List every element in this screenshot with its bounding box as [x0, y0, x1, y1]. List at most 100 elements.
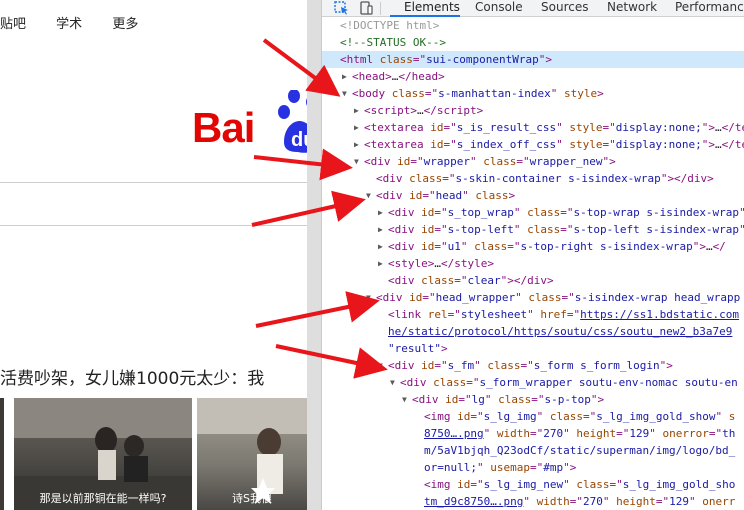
dom-node-markup: <textarea id="s_is_result_css" style="di…	[364, 121, 744, 134]
expanded-triangle-icon[interactable]: ▼	[366, 187, 371, 204]
logo-wordmark: Bai	[192, 104, 255, 151]
collapsed-triangle-icon[interactable]: ▶	[354, 119, 359, 136]
dom-node-row[interactable]: <!DOCTYPE html>	[322, 17, 744, 34]
dom-node-markup: <script>…</script>	[364, 104, 484, 117]
top-nav: 贴吧 学术 更多	[0, 13, 164, 32]
collapsed-triangle-icon[interactable]: ▶	[378, 255, 383, 272]
dom-node-row[interactable]: ▶ <div id="s_top_wrap" class="s-top-wrap …	[322, 204, 744, 221]
device-toolbar-icon[interactable]	[358, 1, 374, 15]
dom-node-row[interactable]: ▼ <div id="head" class>	[322, 187, 744, 204]
dom-node-markup: "result">	[388, 342, 448, 355]
dom-node-markup: <div id="s_fm" class="s_form s_form_logi…	[388, 359, 673, 372]
dom-node-markup: <style>…</style>	[388, 257, 494, 270]
dom-node-row[interactable]: ▼ <div id="s_fm" class="s_form s_form_log…	[322, 357, 744, 374]
collapsed-triangle-icon[interactable]: ▶	[342, 68, 347, 85]
dom-node-markup: <div id="wrapper" class="wrapper_new">	[364, 155, 616, 168]
expanded-triangle-icon[interactable]: ▼	[366, 289, 371, 306]
dom-node-row[interactable]: "result">	[322, 340, 744, 357]
dom-node-markup: <div class="s-skin-container s-isindex-w…	[376, 172, 714, 185]
dom-node-markup: <div class="clear"></div>	[388, 274, 554, 287]
dom-node-row[interactable]: tm_d9c8750….png" width="270" height="129…	[322, 493, 744, 510]
dom-node-markup: <div id="lg" class="s-p-top">	[412, 393, 605, 406]
baidu-logo[interactable]: Bai du	[192, 90, 307, 160]
content-divider	[0, 225, 307, 226]
dom-node-markup: <!--STATUS OK-->	[340, 36, 446, 49]
browser-page: 贴吧 学术 更多 Bai du 活费吵架，女儿嫌1000元太少：我 那是以前那铜…	[0, 0, 307, 510]
expanded-triangle-icon[interactable]: ▼	[354, 153, 359, 170]
tab-console[interactable]: Console	[475, 0, 523, 17]
thumbnail-caption: 那是以前那铜在能一样吗?	[39, 492, 167, 505]
collapsed-triangle-icon[interactable]: ▶	[354, 102, 359, 119]
devtools-toolbar: Elements Console Sources Network Perform…	[322, 0, 744, 17]
inspect-element-icon[interactable]	[334, 1, 350, 15]
dom-node-markup: or=null;" usemap="#mp">	[424, 461, 577, 474]
dom-node-row[interactable]: ▶ <textarea id="s_index_off_css" style="d…	[322, 136, 744, 153]
dom-node-row[interactable]: ▶ <div id="u1" class="s-top-right s-isind…	[322, 238, 744, 255]
tab-network[interactable]: Network	[607, 0, 657, 17]
nav-xueshu-link[interactable]: 学术	[56, 13, 82, 32]
dom-node-row[interactable]: he/static/protocol/https/soutu/css/soutu…	[322, 323, 744, 340]
collapsed-triangle-icon[interactable]: ▶	[378, 238, 383, 255]
panel-splitter[interactable]	[307, 0, 322, 510]
dom-node-markup: <img id="s_lg_img_new" class="s_lg_img_g…	[424, 478, 736, 491]
dom-node-row[interactable]: ▼ <div id="lg" class="s-p-top">	[322, 391, 744, 408]
dom-node-row[interactable]: ▼ <body class="s-manhattan-index" style>	[322, 85, 744, 102]
dom-node-row[interactable]: <div class="clear"></div>	[322, 272, 744, 289]
expanded-triangle-icon[interactable]: ▼	[342, 85, 347, 102]
expanded-triangle-icon[interactable]: ▼	[402, 391, 407, 408]
dom-node-row[interactable]: <!--STATUS OK-->	[322, 34, 744, 51]
news-thumbnail[interactable]	[0, 398, 4, 510]
dom-node-markup: <div id="u1" class="s-top-right s-isinde…	[388, 240, 726, 253]
baidu-paw-icon: du	[278, 90, 307, 153]
search-divider	[0, 182, 307, 183]
dom-node-markup: he/static/protocol/https/soutu/css/soutu…	[388, 325, 733, 338]
collapsed-triangle-icon[interactable]: ▶	[378, 221, 383, 238]
collapsed-triangle-icon[interactable]: ▶	[354, 136, 359, 153]
dom-node-row[interactable]: <link rel="stylesheet" href="https://ss1…	[322, 306, 744, 323]
dom-node-markup: <img id="s_lg_img" class="s_lg_img_gold_…	[424, 410, 736, 423]
dom-node-row[interactable]: ▼ <div id="head_wrapper" class="s-isindex…	[322, 289, 744, 306]
nav-tieba-link[interactable]: 贴吧	[0, 13, 26, 32]
tab-elements[interactable]: Elements	[390, 0, 460, 17]
dom-node-row[interactable]: ▼ <div class="s_form_wrapper soutu-env-no…	[322, 374, 744, 391]
news-thumbnail[interactable]: 那是以前那铜在能一样吗?	[14, 398, 192, 510]
dom-node-row[interactable]: <div class="s-skin-container s-isindex-w…	[322, 170, 744, 187]
dom-node-markup: m/5aV1bjqh_Q23odCf/static/superman/img/l…	[424, 444, 736, 457]
dom-node-markup: <link rel="stylesheet" href="https://ss1…	[388, 308, 740, 321]
tab-performance[interactable]: Performance	[675, 0, 744, 17]
dom-node-row[interactable]: <html class="sui-componentWrap">	[322, 51, 744, 68]
dom-node-markup: <body class="s-manhattan-index" style>	[352, 87, 604, 100]
thumbnail-caption: 诗S我很	[232, 492, 272, 505]
dom-node-markup: <html class="sui-componentWrap">	[340, 53, 552, 66]
dom-node-row[interactable]: ▶ <style>…</style>	[322, 255, 744, 272]
toolbar-separator	[380, 2, 381, 15]
dom-node-row[interactable]: or=null;" usemap="#mp">	[322, 459, 744, 476]
dom-node-row[interactable]: ▶ <head>…</head>	[322, 68, 744, 85]
devtools-panel: Elements Console Sources Network Perform…	[322, 0, 744, 510]
dom-node-row[interactable]: m/5aV1bjqh_Q23odCf/static/superman/img/l…	[322, 442, 744, 459]
svg-text:du: du	[291, 129, 307, 151]
tab-sources[interactable]: Sources	[541, 0, 588, 17]
dom-node-row[interactable]: ▼ <div id="wrapper" class="wrapper_new">	[322, 153, 744, 170]
expanded-triangle-icon[interactable]: ▼	[378, 357, 383, 374]
news-thumbnail[interactable]: 诗S我很	[197, 398, 307, 510]
expanded-triangle-icon[interactable]: ▼	[390, 374, 395, 391]
dom-node-markup: <!DOCTYPE html>	[340, 19, 440, 32]
dom-node-markup: <div id="head" class>	[376, 189, 516, 202]
dom-node-markup: 8750….png" width="270" height="129" oner…	[424, 427, 736, 440]
dom-node-markup: <div id="s_top_wrap" class="s-top-wrap s…	[388, 206, 744, 219]
dom-node-markup: <head>…</head>	[352, 70, 445, 83]
dom-node-markup: <textarea id="s_index_off_css" style="di…	[364, 138, 744, 151]
dom-node-markup: <div id="s-top-left" class="s-top-left s…	[388, 223, 744, 236]
dom-node-row[interactable]: ▶ <script>…</script>	[322, 102, 744, 119]
dom-node-row[interactable]: <img id="s_lg_img" class="s_lg_img_gold_…	[322, 408, 744, 425]
dom-node-row[interactable]: ▶ <div id="s-top-left" class="s-top-left …	[322, 221, 744, 238]
dom-node-markup: <div class="s_form_wrapper soutu-env-nom…	[400, 376, 738, 389]
nav-more-link[interactable]: 更多	[112, 13, 138, 32]
news-headline[interactable]: 活费吵架，女儿嫌1000元太少：我	[0, 364, 264, 389]
dom-node-row[interactable]: ▶ <textarea id="s_is_result_css" style="d…	[322, 119, 744, 136]
dom-node-markup: tm_d9c8750….png" width="270" height="129…	[424, 495, 736, 508]
dom-node-row[interactable]: 8750….png" width="270" height="129" oner…	[322, 425, 744, 442]
dom-node-row[interactable]: <img id="s_lg_img_new" class="s_lg_img_g…	[322, 476, 744, 493]
collapsed-triangle-icon[interactable]: ▶	[378, 204, 383, 221]
